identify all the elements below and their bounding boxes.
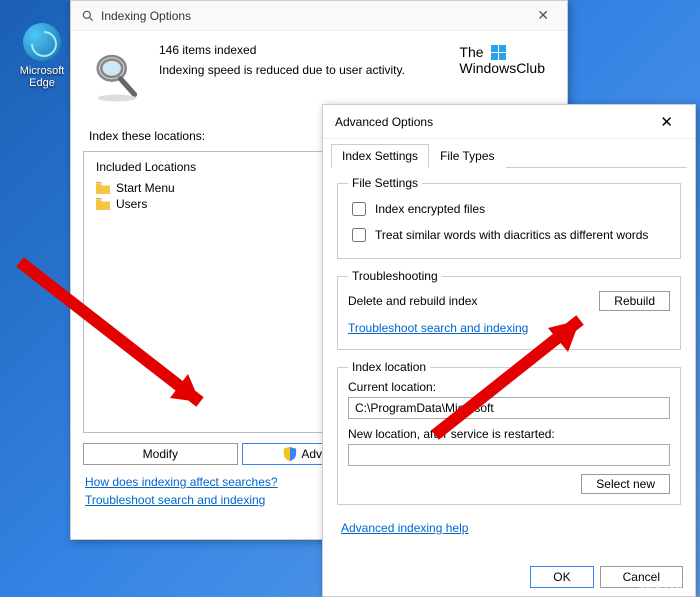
indexing-icon	[81, 9, 95, 23]
list-item-label: Users	[116, 197, 147, 211]
ok-button[interactable]: OK	[530, 566, 593, 588]
window-advanced-options: Advanced Options ✕ Index Settings File T…	[322, 104, 696, 597]
checkbox-diacritics[interactable]: Treat similar words with diacritics as d…	[348, 222, 670, 248]
current-location-label: Current location:	[348, 380, 670, 394]
close-icon[interactable]: ✕	[529, 5, 557, 26]
indexing-speed-label: Indexing speed is reduced due to user ac…	[159, 63, 405, 77]
troubleshoot-search-link[interactable]: Troubleshoot search and indexing	[348, 321, 528, 335]
desktop-icon-label: Microsoft Edge	[18, 65, 66, 89]
index-location-group: Index location Current location: C:\Prog…	[337, 360, 681, 505]
select-new-button[interactable]: Select new	[581, 474, 670, 494]
close-icon[interactable]: ✕	[650, 111, 683, 133]
folder-icon	[96, 182, 110, 194]
current-location-field[interactable]: C:\ProgramData\Microsoft	[348, 397, 670, 419]
watermark-brand: The WindowsClub	[459, 45, 545, 76]
tab-file-types[interactable]: File Types	[429, 144, 505, 168]
advanced-indexing-help-link[interactable]: Advanced indexing help	[341, 521, 468, 535]
tab-index-settings[interactable]: Index Settings	[331, 144, 429, 168]
folder-icon	[96, 198, 110, 210]
windows-logo-icon	[491, 45, 507, 61]
checkbox-index-encrypted[interactable]: Index encrypted files	[348, 196, 670, 222]
file-settings-group: File Settings Index encrypted files Trea…	[337, 176, 681, 259]
magnifier-icon	[89, 49, 145, 105]
desktop-icon-edge[interactable]: Microsoft Edge	[18, 23, 66, 89]
new-location-field[interactable]	[348, 444, 670, 466]
troubleshooting-group: Troubleshooting Delete and rebuild index…	[337, 269, 681, 350]
troubleshoot-link[interactable]: Troubleshoot search and indexing	[85, 493, 265, 507]
file-settings-legend: File Settings	[348, 176, 422, 190]
titlebar-indexing[interactable]: Indexing Options ✕	[71, 1, 567, 31]
delete-rebuild-label: Delete and rebuild index	[348, 294, 477, 308]
tab-bar: Index Settings File Types	[331, 143, 687, 168]
checkbox-input[interactable]	[352, 202, 366, 216]
edge-icon	[23, 23, 61, 61]
window-title: Indexing Options	[101, 9, 529, 23]
items-indexed-count: 146 items indexed	[159, 43, 405, 57]
modify-button[interactable]: Modify	[83, 443, 238, 465]
index-location-legend: Index location	[348, 360, 430, 374]
window-title: Advanced Options	[335, 115, 650, 129]
new-location-label: New location, after service is restarted…	[348, 427, 670, 441]
page-watermark: wsxdn.com	[638, 580, 688, 591]
titlebar-advanced[interactable]: Advanced Options ✕	[323, 105, 695, 139]
list-item-label: Start Menu	[116, 181, 175, 195]
help-link-indexing-searches[interactable]: How does indexing affect searches?	[85, 475, 278, 489]
troubleshooting-legend: Troubleshooting	[348, 269, 442, 283]
rebuild-button[interactable]: Rebuild	[599, 291, 670, 311]
checkbox-input[interactable]	[352, 228, 366, 242]
uac-shield-icon	[283, 447, 297, 461]
